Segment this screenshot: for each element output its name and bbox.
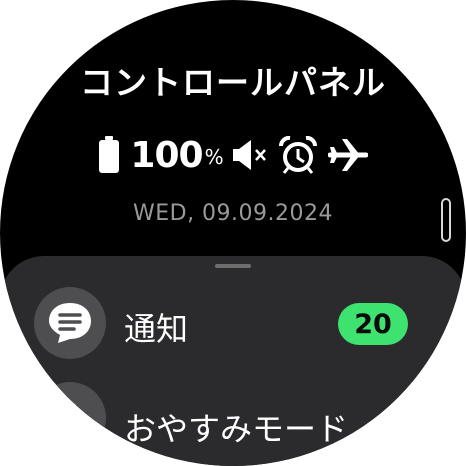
watch-screen: コントロールパネル 100 % WED, 09.09.2024 通知 20 おや… (0, 0, 466, 466)
list-item-label: 通知 (124, 310, 189, 348)
battery-full-icon (99, 136, 120, 173)
battery-percent-sign: % (204, 145, 224, 169)
list-item-notifications[interactable]: 通知 20 (0, 280, 466, 370)
page-title: コントロールパネル (80, 63, 386, 102)
sound-muted-icon (232, 140, 266, 170)
drag-handle[interactable] (215, 264, 251, 268)
list-item-do-not-disturb[interactable]: おやすみモード (0, 378, 466, 466)
date-label: WED, 09.09.2024 (132, 201, 334, 226)
message-icon (34, 287, 106, 359)
moon-icon (34, 382, 106, 454)
airplane-mode-icon (327, 139, 368, 171)
scrollbar[interactable] (441, 198, 451, 242)
list-item-label: おやすみモード (124, 410, 349, 448)
alarm-icon (278, 136, 317, 174)
battery-percentage: 100 (130, 134, 203, 176)
status-row: 100 % (0, 133, 466, 177)
notification-count-badge: 20 (338, 303, 408, 345)
